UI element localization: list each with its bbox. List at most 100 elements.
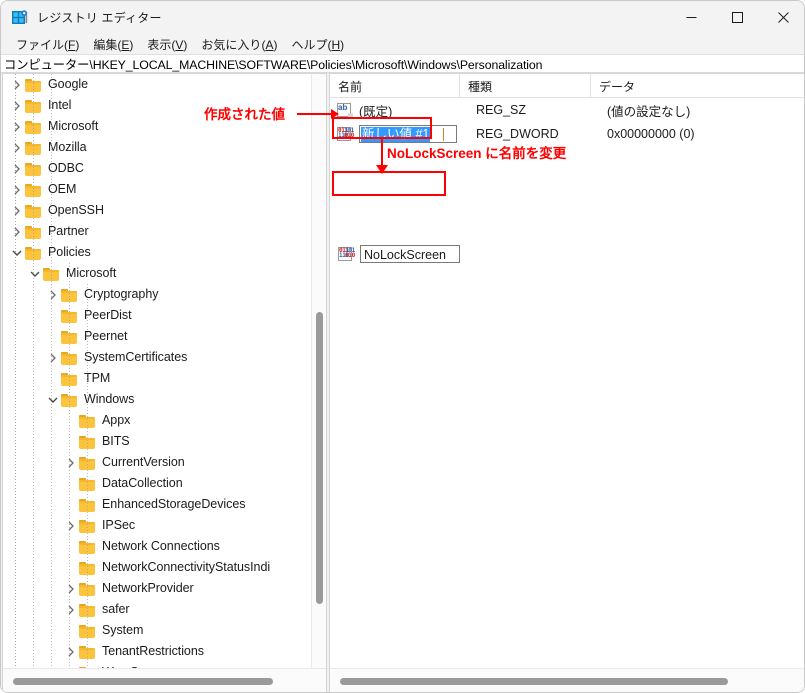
folder-icon [25,204,42,218]
tree-item-appx[interactable]: Appx [3,410,300,431]
tree-item-mozilla[interactable]: Mozilla [3,137,300,158]
folder-icon [79,624,96,638]
tree-item-odbc[interactable]: ODBC [3,158,300,179]
column-header-data[interactable]: データ [591,74,804,98]
tree-item-safer[interactable]: safer [3,599,300,620]
menu-favorites-accesskey: A [265,37,274,52]
tree-vertical-scrollbar[interactable] [311,74,326,670]
menu-edit[interactable]: 編集(E) [86,35,140,54]
chevron-right-icon[interactable] [9,74,25,95]
tree-item-bits[interactable]: BITS [3,431,300,452]
renamed-value-name-input[interactable]: NoLockScreen [360,245,460,263]
tree-item-label: safer [102,602,130,616]
tree-item-label: Intel [48,98,72,112]
tree-item-systemcertificates[interactable]: SystemCertificates [3,347,300,368]
registry-tree[interactable]: Google Intel Microsoft Mozilla ODBC OEM OpenSS… [3,74,300,670]
menu-file[interactable]: ファイル(F) [9,35,86,54]
folder-icon [43,267,60,281]
folder-icon [25,183,42,197]
content-panes: Google Intel Microsoft Mozilla ODBC OEM OpenSS… [1,73,804,692]
chevron-right-icon[interactable] [45,347,61,368]
folder-icon [25,120,42,134]
tree-item-tenantrestrictions[interactable]: TenantRestrictions [3,641,300,662]
tree-hscroll-thumb[interactable] [13,678,273,685]
tree-item-openssh[interactable]: OpenSSH [3,200,300,221]
renamed-value-name: NoLockScreen [364,248,446,262]
tree-item-label: PeerDist [84,308,132,322]
chevron-right-icon[interactable] [9,221,25,242]
tree-item-label: Partner [48,224,89,238]
values-hscroll-thumb[interactable] [340,678,728,685]
tree-item-currentversion[interactable]: CurrentVersion [3,452,300,473]
menu-favorites[interactable]: お気に入り(A) [194,35,284,54]
tree-item-cryptography[interactable]: Cryptography [3,284,300,305]
chevron-right-icon[interactable] [9,179,25,200]
tree-item-partner[interactable]: Partner [3,221,300,242]
tree-item-label: NetworkProvider [102,581,194,595]
title-bar: レジストリ エディター [1,1,804,34]
chevron-right-icon[interactable] [63,452,79,473]
annotation-box-renamed-value [332,171,446,196]
tree-item-label: CurrentVersion [102,455,185,469]
tree-horizontal-scrollbar[interactable] [3,668,326,692]
chevron-down-icon[interactable] [45,389,61,410]
text-caret [443,128,444,141]
column-header-name[interactable]: 名前 [330,74,460,98]
tree-item-oem[interactable]: OEM [3,179,300,200]
folder-icon [25,78,42,92]
values-column-headers: 名前 種類 データ [330,74,804,98]
folder-icon [79,561,96,575]
tree-item-label: TPM [84,371,111,385]
tree-item-datacollection[interactable]: DataCollection [3,473,300,494]
chevron-right-icon[interactable] [63,515,79,536]
dword-value-icon: 011 110 101 010 [338,247,355,261]
folder-icon [61,372,78,386]
folder-icon [79,456,96,470]
tree-vscroll-thumb[interactable] [316,312,323,604]
chevron-right-icon[interactable] [63,599,79,620]
menu-view[interactable]: 表示(V) [140,35,194,54]
chevron-down-icon[interactable] [9,242,25,263]
tree-item-tpm[interactable]: TPM [3,368,300,389]
chevron-right-icon[interactable] [9,137,25,158]
tree-item-network-connections[interactable]: Network Connections [3,536,300,557]
tree-item-peerdist[interactable]: PeerDist [3,305,300,326]
menu-help[interactable]: ヘルプ(H) [284,35,351,54]
tree-item-google[interactable]: Google [3,74,300,95]
minimize-button[interactable] [668,1,714,34]
tree-item-windows[interactable]: Windows [3,389,300,410]
chevron-right-icon[interactable] [63,641,79,662]
chevron-right-icon[interactable] [9,200,25,221]
values-horizontal-scrollbar[interactable] [330,668,804,692]
close-button[interactable] [760,1,804,34]
chevron-right-icon[interactable] [63,578,79,599]
folder-icon [79,435,96,449]
chevron-right-icon[interactable] [45,284,61,305]
tree-item-microsoft[interactable]: Microsoft [3,263,300,284]
maximize-button[interactable] [714,1,760,34]
folder-icon [79,519,96,533]
tree-item-ipsec[interactable]: IPSec [3,515,300,536]
tree-item-networkconnectivitystatusindi[interactable]: NetworkConnectivityStatusIndi [3,557,300,578]
tree-item-label: Peernet [84,329,128,343]
tree-item-system[interactable]: System [3,620,300,641]
chevron-right-icon[interactable] [9,116,25,137]
column-header-type[interactable]: 種類 [460,74,591,98]
tree-item-peernet[interactable]: Peernet [3,326,300,347]
tree-item-enhancedstoragedevices[interactable]: EnhancedStorageDevices [3,494,300,515]
tree-item-networkprovider[interactable]: NetworkProvider [3,578,300,599]
folder-icon [61,288,78,302]
chevron-down-icon[interactable] [27,263,43,284]
address-bar[interactable]: コンピューター\HKEY_LOCAL_MACHINE\SOFTWARE\Poli… [1,54,804,73]
menu-favorites-label: お気に入り [201,37,262,52]
value-data: (値の設定なし) [607,104,691,119]
value-type: REG_SZ [476,103,527,117]
tree-item-policies[interactable]: Policies [3,242,300,263]
chevron-right-icon[interactable] [9,95,25,116]
chevron-right-icon[interactable] [9,158,25,179]
